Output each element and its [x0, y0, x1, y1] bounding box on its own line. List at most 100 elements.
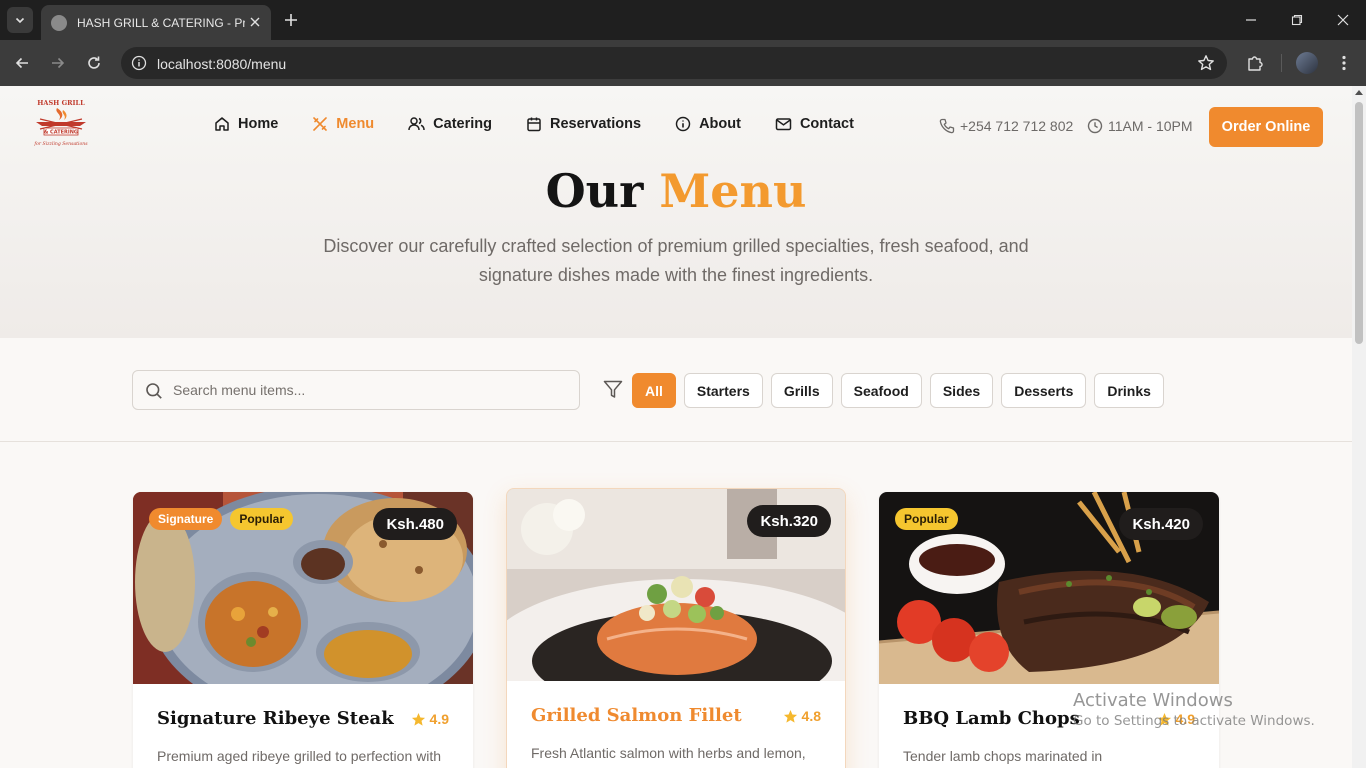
hours-text: 11AM - 10PM [1108, 118, 1193, 134]
nav-catering[interactable]: Catering [408, 116, 492, 132]
nav-home-label: Home [238, 116, 279, 132]
filter-icon [603, 380, 623, 398]
minimize-button[interactable] [1239, 8, 1263, 32]
page-scrollbar[interactable] [1352, 86, 1366, 768]
back-button[interactable] [10, 51, 34, 75]
dish-description: Fresh Atlantic salmon with herbs and lem… [531, 745, 806, 761]
browser-tab[interactable]: HASH GRILL & CATERING - Premium Grill & … [41, 5, 271, 40]
page-title-accent: Menu [659, 164, 807, 218]
menu-card-body: Signature Ribeye Steak 4.9 Premium aged … [133, 684, 473, 768]
price-tag: Ksh.420 [1119, 508, 1203, 540]
kebab-menu-icon [1342, 55, 1346, 71]
badge-group: Signature Popular [149, 508, 301, 530]
nav-menu[interactable]: Menu [312, 116, 374, 132]
menu-card[interactable]: Signature Popular Ksh.480 Signature Ribe… [133, 492, 473, 768]
category-seafood-button[interactable]: Seafood [840, 373, 922, 408]
menu-card-image: Signature Popular Ksh.480 [133, 492, 473, 684]
signature-badge: Signature [149, 508, 223, 530]
page-title: Our Menu [0, 164, 1352, 218]
info-icon [675, 116, 691, 132]
scroll-up-arrow-icon[interactable] [1355, 90, 1363, 95]
page-title-plain: Our [545, 164, 644, 218]
clock-icon [1087, 118, 1103, 134]
chevron-down-icon [15, 17, 25, 24]
info-icon[interactable] [131, 55, 147, 71]
category-grills-button[interactable]: Grills [770, 373, 833, 408]
nav-catering-label: Catering [433, 116, 492, 132]
toolbar-divider [1281, 54, 1282, 72]
close-icon [1337, 14, 1349, 26]
users-icon [408, 117, 425, 131]
menu-card-image: Ksh.320 [507, 489, 845, 681]
star-icon [411, 712, 425, 726]
popular-badge: Popular [895, 508, 958, 530]
restore-button[interactable] [1285, 8, 1309, 32]
watermark-title: Activate Windows [1073, 690, 1233, 711]
nav-home[interactable]: Home [214, 116, 278, 132]
menu-card[interactable]: Ksh.320 Grilled Salmon Fillet 4.8 Fresh … [506, 488, 846, 768]
tab-search-button[interactable] [7, 7, 33, 33]
restore-icon [1291, 14, 1303, 26]
nav-about[interactable]: About [675, 116, 741, 132]
category-sides-button[interactable]: Sides [929, 373, 994, 408]
bookmark-star-icon[interactable] [1197, 54, 1215, 72]
price-tag: Ksh.320 [747, 505, 831, 537]
utensils-icon [313, 117, 328, 131]
puzzle-icon [1248, 56, 1263, 71]
rating: 4.8 [783, 708, 821, 724]
tab-close-button[interactable] [247, 14, 263, 30]
reload-button[interactable] [82, 51, 106, 75]
reload-icon [88, 56, 100, 69]
mail-icon [775, 118, 792, 131]
new-tab-button[interactable] [281, 10, 301, 30]
address-bar[interactable]: localhost:8080/menu [121, 47, 1227, 79]
scroll-thumb[interactable] [1355, 102, 1363, 344]
rating-value: 4.9 [429, 711, 449, 727]
nav-menu-label: Menu [336, 116, 375, 132]
category-drinks-button[interactable]: Drinks [1094, 373, 1164, 408]
site-logo[interactable]: HASH GRILL & CATERING for Sizzling Sensa… [30, 98, 92, 150]
opening-hours: 11AM - 10PM [1087, 118, 1193, 134]
menu-card-image: Popular Ksh.420 [879, 492, 1219, 684]
category-all-button[interactable]: All [632, 373, 676, 408]
search-icon [146, 383, 162, 399]
star-icon [783, 709, 797, 723]
close-window-button[interactable] [1331, 8, 1355, 32]
filter-bar: All Starters Grills Seafood Sides Desser… [0, 338, 1352, 442]
order-online-button[interactable]: Order Online [1209, 107, 1323, 147]
nav-contact[interactable]: Contact [775, 116, 854, 132]
search-box[interactable] [132, 370, 580, 410]
nav-about-label: About [699, 116, 741, 132]
activate-windows-watermark: Activate Windows Go to Settings to activ… [1073, 690, 1315, 729]
svg-text:& CATERING: & CATERING [44, 130, 78, 136]
extensions-button[interactable] [1243, 51, 1267, 75]
globe-icon [51, 14, 67, 31]
dish-name: Signature Ribeye Steak [157, 708, 394, 729]
phone-contact[interactable]: +254 712 712 802 [939, 118, 1073, 134]
category-starters-button[interactable]: Starters [683, 373, 763, 408]
category-desserts-button[interactable]: Desserts [1001, 373, 1087, 408]
minimize-icon [1246, 19, 1256, 21]
browser-menu-button[interactable] [1332, 51, 1356, 75]
svg-text:for Sizzling Sensations: for Sizzling Sensations [33, 141, 88, 147]
home-icon [215, 117, 229, 131]
nav-contact-label: Contact [799, 116, 854, 132]
profile-avatar[interactable] [1296, 52, 1318, 74]
url-text[interactable]: localhost:8080/menu [157, 56, 286, 72]
nav-reservations-label: Reservations [549, 116, 642, 132]
arrow-right-icon [52, 57, 65, 69]
forward-button[interactable] [46, 51, 70, 75]
badge-group: Popular [895, 508, 966, 530]
main-nav: Home Menu Catering Reservations About Co… [214, 116, 888, 132]
plus-icon [285, 14, 297, 26]
page-subtitle: Discover our carefully crafted selection… [323, 236, 1029, 285]
arrow-left-icon [15, 57, 28, 69]
search-input[interactable] [173, 380, 563, 400]
popular-badge: Popular [230, 508, 294, 530]
calendar-icon [527, 117, 541, 132]
nav-reservations[interactable]: Reservations [526, 116, 641, 132]
close-icon [250, 17, 260, 27]
svg-text:HASH GRILL: HASH GRILL [37, 99, 85, 107]
menu-card-body: Grilled Salmon Fillet 4.8 Fresh Atlantic… [507, 681, 845, 768]
price-tag: Ksh.480 [373, 508, 457, 540]
